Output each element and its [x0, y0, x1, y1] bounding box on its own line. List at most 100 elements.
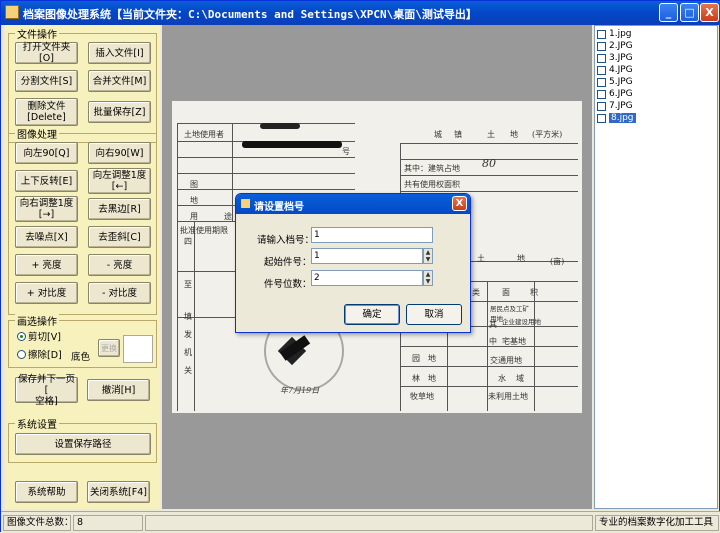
delete-file-button[interactable]: 删除文件 [Delete] [15, 98, 78, 126]
bg-color-label: 底色 [71, 352, 91, 363]
insert-file-button[interactable]: 插入文件[I] [88, 42, 151, 64]
contrast-down-button[interactable]: - 对比度 [88, 282, 151, 304]
doc-text: 其中：建筑占地 [404, 164, 460, 173]
checkbox-icon[interactable] [597, 77, 606, 87]
adjust-right-button[interactable]: 向右调整1度 [→] [15, 196, 78, 222]
file-list-item[interactable]: 6.JPG [597, 88, 715, 100]
radio-unchecked-icon [17, 349, 26, 359]
cut-radio[interactable]: 剪切[V] [17, 329, 61, 343]
doc-handwriting: 80 [482, 157, 496, 170]
dialog-close-button[interactable]: X [452, 196, 467, 211]
dialog-title: 请设置档号 [254, 202, 304, 213]
doc-text: 积 [530, 288, 538, 297]
bg-color-swatch[interactable] [123, 335, 153, 363]
help-button[interactable]: 系统帮助 [15, 481, 78, 503]
file-list[interactable]: 1.jpg 2.JPG 3.JPG 4.JPG 5.JPG 6.JPG 7.JPG 8.jpg [594, 25, 718, 509]
select-ops-title: 画选操作 [15, 313, 59, 328]
doc-text: 企业建设用地 [502, 318, 541, 326]
set-archive-number-dialog[interactable]: 请设置档号 X 请输入档号： 1 起始件号： 1 ▲ ▼ 件号位数： 2 ▲ ▼ 确… [235, 193, 471, 333]
save-next-button[interactable]: 保存并下一页 [ 空格] [15, 374, 78, 407]
checkbox-icon[interactable] [597, 113, 606, 123]
doc-text: 地 [428, 374, 436, 383]
file-ops-title: 文件操作 [15, 26, 59, 41]
doc-text: 中 [489, 337, 497, 346]
dialog-title-bar[interactable]: 请设置档号 X [236, 194, 470, 214]
doc-text: 未利用土地 [488, 392, 528, 401]
file-name: 6.JPG [609, 89, 633, 99]
file-list-item[interactable]: 2.JPG [597, 40, 715, 52]
ok-button[interactable]: 确定 [344, 304, 400, 325]
split-file-button[interactable]: 分割文件[S] [15, 70, 78, 92]
checkbox-icon[interactable] [597, 41, 606, 51]
doc-text: 途 [224, 212, 232, 221]
close-system-button[interactable]: 关闭系统[F4] [87, 481, 150, 503]
file-count-value: 8 [73, 515, 143, 531]
brightness-up-button[interactable]: + 亮度 [15, 254, 78, 276]
doc-text: 镇 [454, 130, 462, 139]
remove-black-edge-button[interactable]: 去黑边[R] [88, 198, 151, 220]
undo-button[interactable]: 撤消[H] [87, 379, 150, 401]
file-list-item[interactable]: 7.JPG [597, 100, 715, 112]
set-save-path-button[interactable]: 设置保存路径 [15, 433, 151, 455]
minimize-button[interactable]: _ [659, 3, 678, 22]
doc-text: 域 [516, 374, 524, 383]
checkbox-icon[interactable] [597, 65, 606, 75]
doc-text: 地 [510, 130, 518, 139]
denoise-button[interactable]: 去噪点[X] [15, 226, 78, 248]
file-count-label: 图像文件总数： [3, 515, 74, 531]
rotate-left-button[interactable]: 向左90[Q] [15, 142, 78, 164]
erase-radio[interactable]: 擦除[D] [17, 347, 62, 361]
change-color-button[interactable]: 更换 [98, 339, 120, 357]
checkbox-icon[interactable] [597, 53, 606, 63]
adjust-left-button[interactable]: 向左调整1度 [←] [88, 168, 151, 194]
file-list-item[interactable]: 4.JPG [597, 64, 715, 76]
file-name: 8.jpg [609, 113, 636, 123]
file-list-item[interactable]: 8.jpg [597, 112, 715, 124]
digits-input[interactable]: 2 [311, 270, 423, 286]
file-list-item[interactable]: 1.jpg [597, 28, 715, 40]
doc-text: 批准使用期限 [180, 226, 228, 235]
cut-label: 剪切[V] [28, 332, 61, 343]
checkbox-icon[interactable] [597, 101, 606, 111]
start-number-input[interactable]: 1 [311, 248, 423, 264]
flip-button[interactable]: 上下反转[E] [15, 170, 78, 192]
doc-text: 土地使用者 [184, 130, 224, 139]
select-ops-group: 画选操作 剪切[V] 擦除[D] 底色 更换 [8, 313, 157, 368]
doc-text: 土 [477, 254, 485, 263]
title-bar[interactable]: 档案图像处理系统【当前文件夹：C:\Documents and Settings… [1, 1, 720, 25]
file-list-item[interactable]: 5.JPG [597, 76, 715, 88]
main-window: 档案图像处理系统【当前文件夹：C:\Documents and Settings… [0, 0, 720, 533]
doc-text: 图 [190, 180, 198, 189]
doc-text: 园 [412, 354, 420, 363]
window-title: 档案图像处理系统【当前文件夹：C:\Documents and Settings… [23, 8, 477, 21]
brightness-down-button[interactable]: - 亮度 [88, 254, 151, 276]
doc-text: 地 [428, 354, 436, 363]
close-button[interactable]: X [700, 3, 719, 22]
deskew-button[interactable]: 去歪斜[C] [88, 226, 151, 248]
doc-text: 地 [190, 196, 198, 205]
doc-text: 共有使用权面积 [404, 180, 460, 189]
rotate-right-button[interactable]: 向右90[W] [88, 142, 151, 164]
file-list-item[interactable]: 3.JPG [597, 52, 715, 64]
checkbox-icon[interactable] [597, 29, 606, 39]
start-number-spinner[interactable]: ▲ ▼ [423, 248, 433, 264]
doc-text: 牧草地 [410, 392, 434, 401]
maximize-button[interactable]: □ [680, 3, 699, 22]
image-ops-title: 图像处理 [15, 126, 59, 141]
cancel-button[interactable]: 取消 [406, 304, 462, 325]
archive-number-input[interactable]: 1 [311, 227, 433, 243]
doc-text: 填 [184, 312, 192, 321]
app-slogan: 专业的档案数字化加工工具 [595, 515, 719, 531]
doc-text: (亩) [550, 257, 565, 266]
doc-text: 用 [190, 212, 198, 221]
status-bar: 图像文件总数： 8 专业的档案数字化加工工具 [1, 511, 720, 533]
doc-text: 宅基地 [502, 337, 526, 346]
contrast-up-button[interactable]: + 对比度 [15, 282, 78, 304]
digits-spinner[interactable]: ▲ ▼ [423, 270, 433, 286]
merge-file-button[interactable]: 合并文件[M] [88, 70, 151, 92]
open-folder-button[interactable]: 打开文件夹[O] [15, 42, 78, 64]
checkbox-icon[interactable] [597, 89, 606, 99]
system-settings-title: 系统设置 [15, 416, 59, 431]
doc-text: (平方米) [532, 130, 563, 139]
batch-save-button[interactable]: 批量保存[Z] [88, 101, 151, 123]
